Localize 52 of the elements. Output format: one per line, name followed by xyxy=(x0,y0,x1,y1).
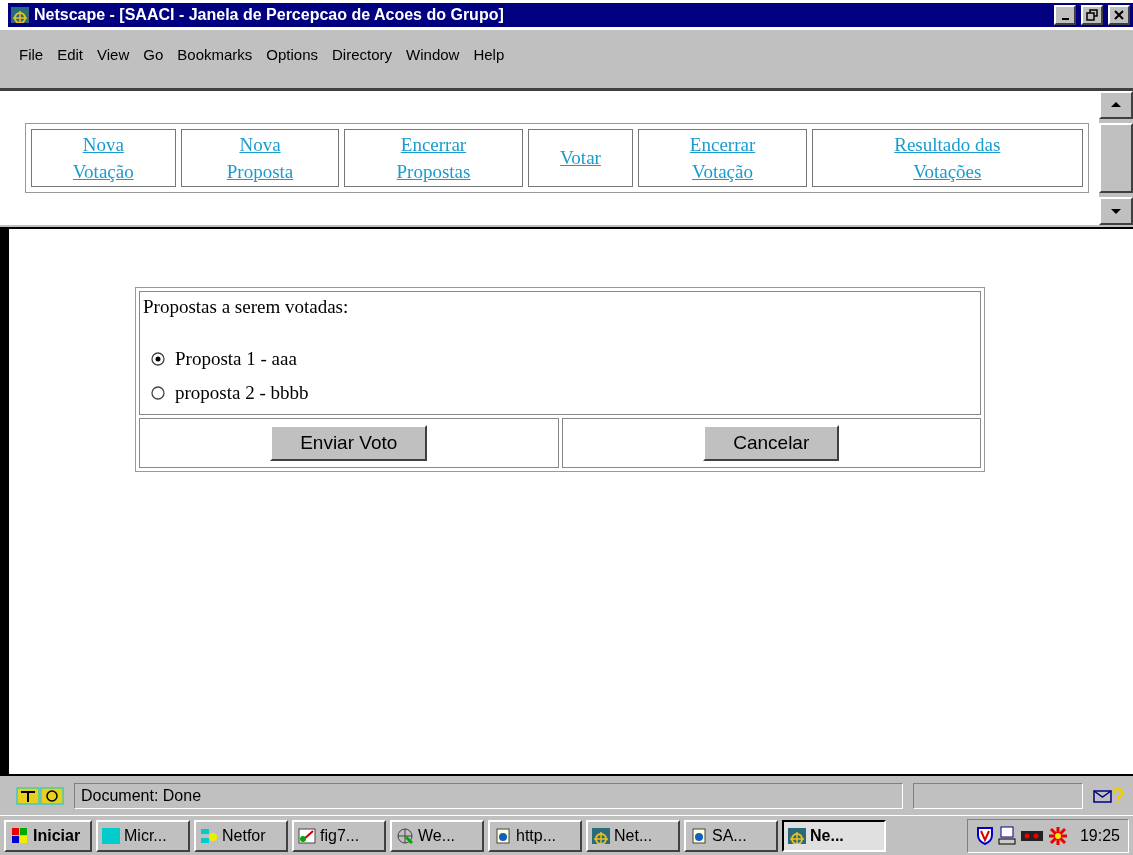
security-icon xyxy=(16,786,64,805)
taskbar-button[interactable]: Ne... xyxy=(782,819,886,852)
windows-logo-icon xyxy=(10,826,29,846)
close-button[interactable] xyxy=(1108,4,1130,25)
option-label: Proposta 1 - aaa xyxy=(175,348,297,371)
up-arrow-icon xyxy=(1110,100,1122,110)
web-icon xyxy=(396,827,414,844)
minimize-button[interactable] xyxy=(1054,4,1076,25)
wheel-icon xyxy=(788,827,806,844)
cancel-button[interactable]: Cancelar xyxy=(703,425,840,462)
computer-icon xyxy=(997,825,1016,846)
status-text: Document: Done xyxy=(74,782,903,809)
submit-button[interactable]: Enviar Voto xyxy=(270,425,428,462)
menu-item[interactable]: Directory xyxy=(325,45,400,68)
restore-icon xyxy=(1086,8,1098,21)
menu-item[interactable]: Bookmarks xyxy=(170,45,260,68)
taskbar-button[interactable]: http... xyxy=(488,819,582,852)
down-arrow-icon xyxy=(1110,206,1122,216)
menu-item[interactable]: Options xyxy=(259,45,326,68)
taskbar-button[interactable]: We... xyxy=(390,819,484,852)
paint-icon xyxy=(298,827,316,844)
wheel-icon xyxy=(11,6,29,23)
taskbar-button[interactable]: Micr... xyxy=(96,819,190,852)
scrollbar[interactable] xyxy=(1099,90,1133,226)
radio-button[interactable] xyxy=(151,386,165,401)
taskbar-button[interactable]: SA... xyxy=(684,819,778,852)
menu-item[interactable]: Go xyxy=(136,45,171,68)
asterisk-icon xyxy=(1047,825,1068,846)
option-label: proposta 2 - bbbb xyxy=(175,382,309,405)
close-icon xyxy=(1113,8,1125,21)
clock: 19:25 xyxy=(1079,826,1120,845)
taskbar-button[interactable]: fig7... xyxy=(292,819,386,852)
radio-button[interactable] xyxy=(151,352,165,367)
minimize-icon xyxy=(1061,17,1069,20)
taskbar-button[interactable]: Netfor xyxy=(194,819,288,852)
form-heading: Propostas a serem votadas: xyxy=(143,296,350,319)
menu-item[interactable]: Edit xyxy=(50,45,91,68)
app-icon xyxy=(102,827,120,844)
mail-icon xyxy=(1093,786,1123,805)
menu-item[interactable]: View xyxy=(90,45,137,68)
wheel-icon xyxy=(592,827,610,844)
restore-button[interactable] xyxy=(1081,4,1103,25)
document-icon xyxy=(690,827,708,844)
document-icon xyxy=(494,827,512,844)
network-icon xyxy=(200,827,218,844)
menu-item[interactable]: File xyxy=(12,45,51,68)
start-button[interactable]: Iniciar xyxy=(4,819,92,852)
taskbar-button[interactable]: Net... xyxy=(586,819,680,852)
menu-item[interactable]: Window xyxy=(399,45,467,68)
window-title: Netscape - [SAACI - Janela de Percepcao de Acoes do Grupo] xyxy=(34,5,505,24)
menu-item[interactable]: Help xyxy=(466,45,512,68)
shield-icon xyxy=(975,825,994,846)
